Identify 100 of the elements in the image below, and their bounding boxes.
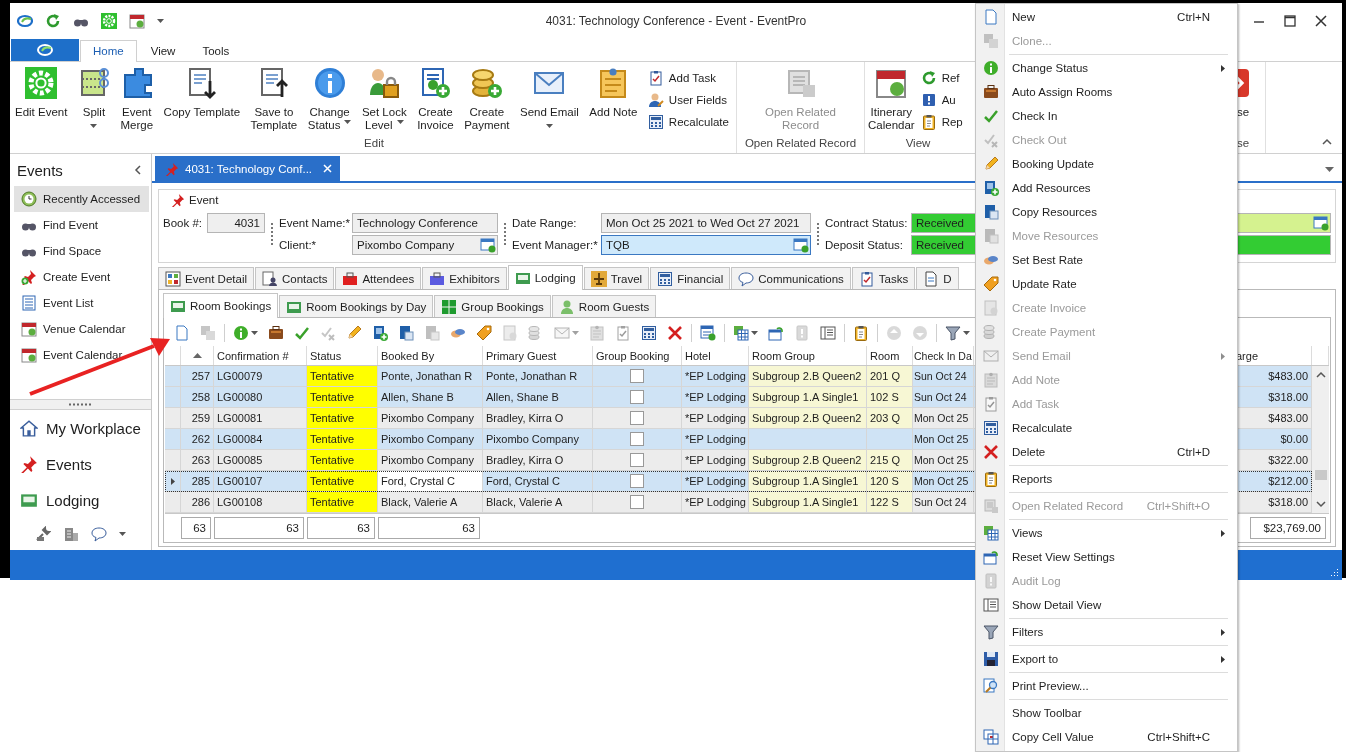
ribbon-button[interactable]: Send Email	[517, 65, 582, 128]
ribbon-button[interactable]: Edit Event	[12, 65, 71, 119]
caret-icon[interactable]	[119, 532, 126, 536]
box-plus-icon[interactable]	[372, 325, 388, 341]
menu-item[interactable]: Update Rate	[977, 272, 1236, 296]
tools-icon[interactable]	[35, 526, 51, 542]
resize-grip-icon[interactable]	[1330, 568, 1339, 577]
close-icon[interactable]	[1315, 14, 1327, 27]
menu-item[interactable]: Add Resources	[977, 176, 1236, 200]
navigation-item[interactable]: Lodging	[10, 482, 151, 518]
clipboard-icon[interactable]	[853, 325, 869, 341]
menu-item[interactable]: Show Detail View	[977, 593, 1236, 617]
sidebar-item[interactable]: Create Event	[14, 264, 149, 290]
tab[interactable]: Communications	[731, 267, 851, 289]
checkbox[interactable]	[630, 411, 644, 425]
input-field[interactable]: TQB	[601, 235, 811, 255]
menu-item[interactable]: Copy Resources	[977, 200, 1236, 224]
checkbox[interactable]	[630, 474, 644, 488]
column-header[interactable]: Status	[307, 346, 378, 365]
tab[interactable]: Attendees	[335, 267, 422, 289]
tab[interactable]: Group Bookings	[434, 295, 551, 317]
sidebar-item[interactable]: Event List	[14, 290, 149, 316]
app-menu-button[interactable]	[11, 39, 79, 61]
building-icon[interactable]	[63, 526, 79, 542]
menu-item[interactable]: Reset View Settings	[977, 545, 1236, 569]
input-field[interactable]: 4031	[207, 213, 265, 233]
menu-item[interactable]: Export to	[977, 647, 1236, 671]
input-field[interactable]: Pixombo Company	[352, 235, 498, 255]
check-icon[interactable]	[294, 325, 310, 341]
ribbon-button[interactable]: Add Note	[586, 65, 641, 119]
calculator-icon[interactable]	[641, 325, 657, 341]
scroll-thumb[interactable]	[1314, 469, 1327, 480]
menu-item[interactable]: Filters	[977, 620, 1236, 644]
ribbon-button[interactable]: Au	[917, 89, 966, 111]
column-header[interactable]: Hotel	[682, 346, 749, 365]
page-icon[interactable]	[174, 325, 190, 341]
tab[interactable]: Lodging	[507, 265, 583, 290]
sidebar-item[interactable]: Recently Accessed	[14, 186, 149, 212]
sidebar-item[interactable]: Venue Calendar	[14, 316, 149, 342]
menu-item[interactable]: Set Best Rate	[977, 248, 1236, 272]
checkbox[interactable]	[630, 495, 644, 509]
ribbon-button[interactable]: Itinerary Calendar	[865, 65, 918, 132]
column-header[interactable]: Room Group	[749, 346, 867, 365]
checkbox[interactable]	[630, 369, 644, 383]
ribbon-button[interactable]: Ref	[917, 67, 966, 89]
ribbon-button[interactable]: Create Invoice	[414, 65, 457, 132]
menu-item[interactable]: Change Status	[977, 56, 1236, 80]
tab[interactable]: Event Detail	[158, 267, 254, 289]
sidebar-item[interactable]: Find Event	[14, 212, 149, 238]
navigation-item[interactable]: Events	[10, 446, 151, 482]
lookup-icon[interactable]	[480, 237, 496, 253]
column-header[interactable]: Confirmation #	[214, 346, 307, 365]
speech-icon[interactable]	[91, 526, 107, 542]
ribbon-button[interactable]: Save to Template	[247, 65, 301, 132]
ribbon-tab[interactable]: Home	[80, 40, 137, 62]
ribbon-button[interactable]: Rep	[917, 111, 966, 133]
column-header[interactable]: Primary Guest	[483, 346, 593, 365]
menu-item[interactable]: Check In	[977, 104, 1236, 128]
chevron-down-icon[interactable]	[1315, 499, 1326, 509]
ribbon-button[interactable]: Change Status	[304, 65, 355, 132]
lookup-icon[interactable]	[793, 237, 809, 253]
menu-item[interactable]: Views	[977, 521, 1236, 545]
suitcase-icon[interactable]	[268, 325, 284, 341]
calendar-icon[interactable]	[129, 12, 145, 29]
list-panel-icon[interactable]	[820, 325, 836, 341]
ribbon-button[interactable]: User Fields	[644, 89, 732, 111]
menu-item[interactable]: Copy Cell Value Ctrl+Shift+C	[977, 725, 1236, 749]
ribbon-button[interactable]: Create Payment	[461, 65, 513, 132]
dropdown-icon[interactable]	[1325, 167, 1334, 172]
tab[interactable]: Contacts	[255, 267, 335, 289]
ribbon-button[interactable]: Add Task	[644, 67, 732, 89]
column-header[interactable]: Booked By	[378, 346, 483, 365]
delete-icon[interactable]	[667, 325, 683, 341]
input-field[interactable]: Mon Oct 25 2021 to Wed Oct 27 2021	[601, 213, 811, 233]
lookup-icon[interactable]	[1313, 215, 1329, 231]
caret-icon[interactable]	[157, 18, 164, 23]
logo-icon[interactable]	[17, 12, 33, 29]
tab[interactable]: Exhibitors	[422, 267, 507, 289]
ribbon-tab[interactable]: View	[137, 40, 189, 62]
tab[interactable]: Financial	[650, 267, 731, 289]
menu-item[interactable]: Auto Assign Rooms	[977, 80, 1236, 104]
tab[interactable]: Room Guests	[551, 295, 657, 317]
ribbon-button[interactable]: Set Lock Level	[358, 65, 410, 132]
tab[interactable]: Room Bookings by Day	[279, 295, 434, 317]
menu-item[interactable]: New Ctrl+N	[977, 5, 1236, 29]
input-field[interactable]: Technology Conference	[352, 213, 498, 233]
vertical-scrollbar[interactable]	[1312, 366, 1329, 513]
menu-item[interactable]: Show Toolbar	[977, 701, 1236, 725]
ribbon-button[interactable]: Split	[74, 65, 113, 128]
chevron-left-icon[interactable]	[133, 165, 143, 175]
ribbon-tab[interactable]: Tools	[189, 40, 243, 62]
tab[interactable]: Travel	[583, 267, 650, 289]
ribbon-button[interactable]: Copy Template	[160, 65, 244, 119]
column-header[interactable]: Group Booking	[593, 346, 682, 365]
column-header[interactable]: Check In Da	[913, 346, 974, 365]
window-icon[interactable]	[768, 325, 784, 341]
table-icon[interactable]	[700, 325, 716, 341]
navigation-item[interactable]: My Workplace	[10, 410, 151, 446]
checkbox[interactable]	[630, 390, 644, 404]
pencil-icon[interactable]	[346, 325, 362, 341]
